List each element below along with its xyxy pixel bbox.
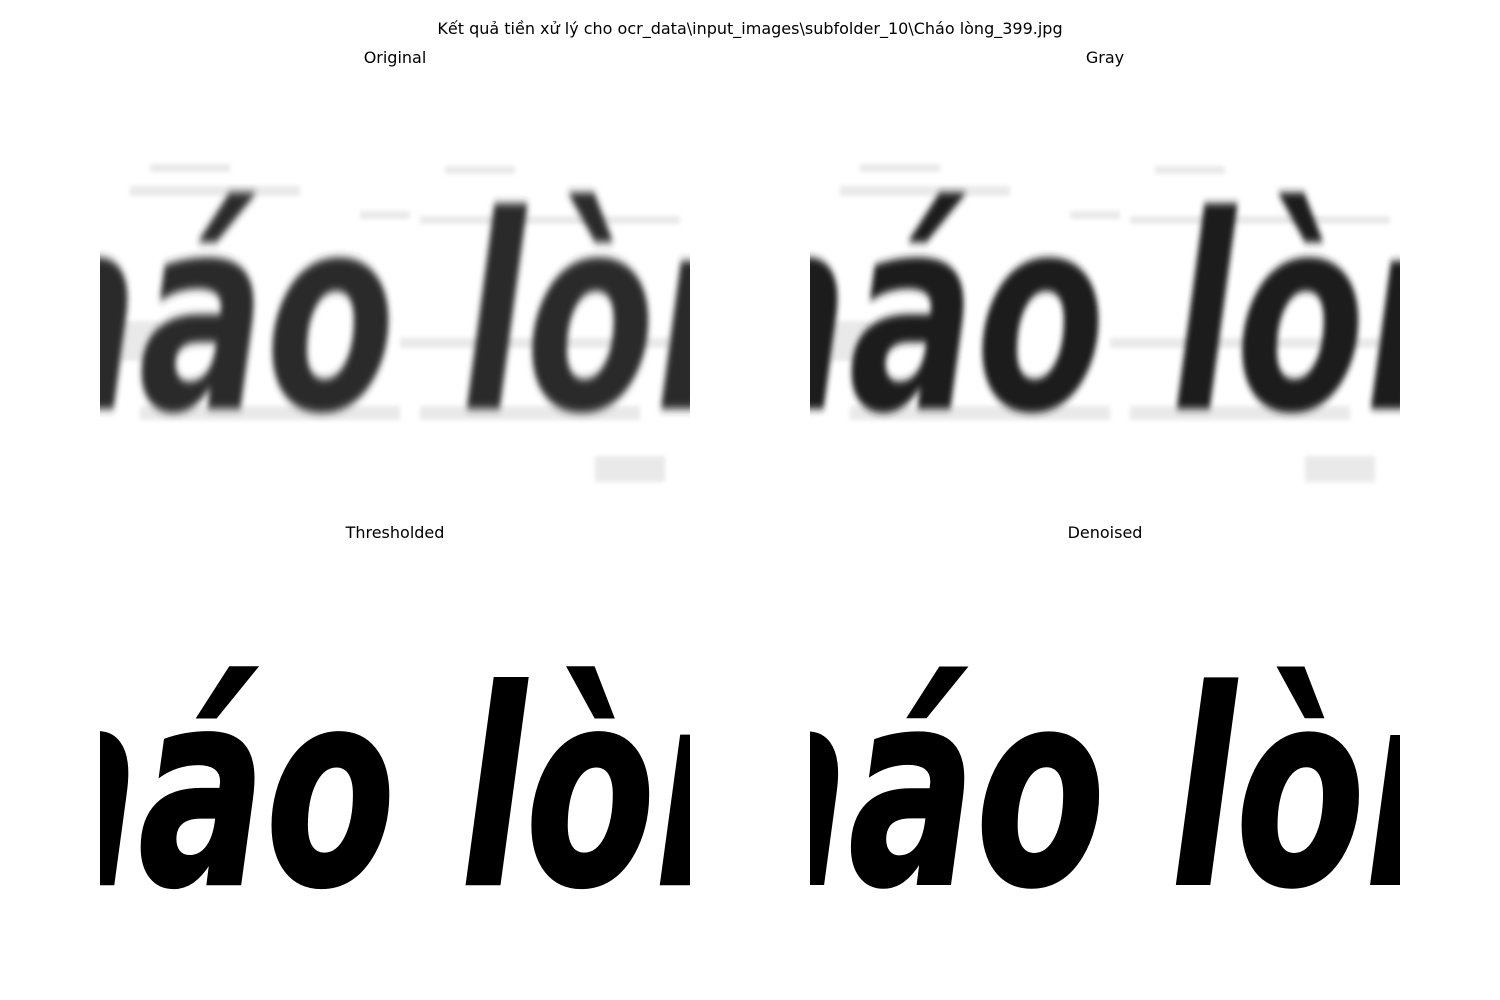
figure-window: Kết quả tiền xử lý cho ocr_data\input_im… <box>0 0 1500 1000</box>
panel-thresholded: Thresholded Cháo lòng <box>100 523 690 963</box>
thresholded-word: Cháo lòng <box>100 635 690 949</box>
panel-denoised: Denoised Cháo lòng <box>810 523 1400 963</box>
denoised-word: Cháo lòng <box>810 635 1400 949</box>
panel-original: Original áo lò <box>100 48 690 488</box>
figure-suptitle: Kết quả tiền xử lý cho ocr_data\input_im… <box>437 19 1063 38</box>
denoised-image: Cháo lòng <box>810 551 1400 963</box>
panel-title-thresholded: Thresholded <box>345 523 445 542</box>
panel-gray: Gray C <box>810 48 1400 488</box>
panel-title-original: Original <box>363 48 427 67</box>
gray-image: Cháo lòng <box>810 76 1400 488</box>
original-word: Cháo lòng <box>100 160 690 474</box>
panel-title-denoised: Denoised <box>1067 523 1143 542</box>
gray-word: Cháo lòng <box>810 160 1400 474</box>
panel-title-gray: Gray <box>1085 48 1125 67</box>
original-image: Cháo lòng <box>100 76 690 488</box>
thresholded-image: Cháo lòng <box>100 551 690 963</box>
